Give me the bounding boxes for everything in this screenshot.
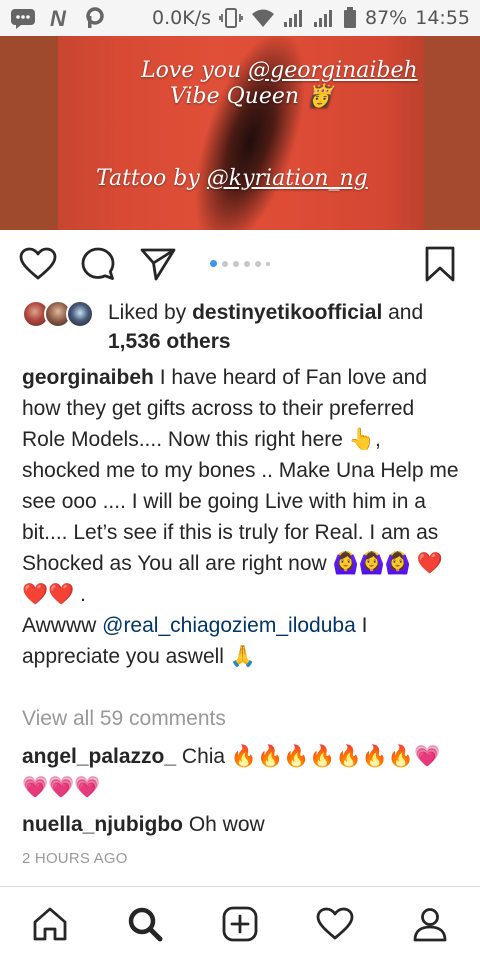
nav-profile[interactable] bbox=[406, 900, 454, 948]
caption-username[interactable]: georginaibeh bbox=[22, 366, 154, 389]
liked-by-username[interactable]: destinyetikoofficial bbox=[192, 301, 382, 324]
message-icon bbox=[10, 7, 36, 29]
comment-text: Oh wow bbox=[183, 813, 265, 836]
image-left-band bbox=[0, 36, 58, 230]
status-bar: N 0.0K/s 87% 14:55 bbox=[0, 0, 480, 36]
battery-percent: 87% bbox=[365, 7, 408, 29]
heart-icon bbox=[19, 247, 57, 280]
bookmark-icon bbox=[425, 246, 455, 282]
share-button[interactable] bbox=[138, 244, 178, 284]
vibrate-icon bbox=[219, 7, 243, 29]
clock: 14:55 bbox=[415, 7, 470, 29]
carousel-indicator bbox=[210, 260, 270, 267]
nav-search[interactable] bbox=[121, 900, 169, 948]
liker-avatars[interactable] bbox=[22, 300, 98, 330]
comment-username[interactable]: angel_palazzo_ bbox=[22, 745, 176, 768]
activity-heart-icon bbox=[316, 907, 354, 939]
comment-button[interactable] bbox=[78, 244, 118, 284]
post-timestamp: 2 HOURS AGO bbox=[22, 850, 128, 867]
signal-icon bbox=[283, 8, 305, 28]
comment-item: nuella_njubigbo Oh wow bbox=[22, 809, 462, 840]
carousel-dot bbox=[233, 260, 239, 267]
carousel-dot bbox=[222, 260, 228, 267]
comment-icon bbox=[81, 247, 115, 280]
overlay-line-3: Tattoo by @kyriation_ng bbox=[96, 166, 368, 191]
post-image[interactable]: Love you @georginaibeh Vibe Queen 👸 Tatt… bbox=[0, 36, 480, 230]
liked-by-text[interactable]: Liked by destinyetikoofficial and bbox=[108, 298, 468, 327]
profile-icon bbox=[413, 907, 447, 941]
nav-activity[interactable] bbox=[311, 900, 359, 948]
carousel-dot-active bbox=[210, 260, 217, 267]
view-all-comments-link[interactable]: View all 59 comments bbox=[22, 707, 226, 731]
caption-text: I have heard of Fan love and how they ge… bbox=[22, 366, 459, 606]
caption-mention[interactable]: @real_chiagoziem_iloduba bbox=[102, 614, 356, 637]
nav-home[interactable] bbox=[26, 900, 74, 948]
save-button[interactable] bbox=[420, 244, 460, 284]
bottom-nav bbox=[0, 887, 480, 960]
overlay-handle-3: @kyriation_ng bbox=[206, 166, 368, 191]
like-button[interactable] bbox=[18, 244, 58, 284]
carousel-dot bbox=[266, 261, 270, 266]
share-icon bbox=[140, 248, 176, 281]
post-caption: georginaibeh I have heard of Fan love an… bbox=[22, 366, 459, 668]
image-right-band bbox=[424, 36, 480, 230]
avatar bbox=[66, 300, 94, 328]
overlay-line-1: Love you @georginaibeh bbox=[141, 58, 418, 83]
comment-username[interactable]: nuella_njubigbo bbox=[22, 813, 183, 836]
carousel-dot bbox=[244, 260, 250, 267]
add-post-icon bbox=[222, 906, 258, 941]
home-icon bbox=[33, 907, 66, 940]
p-app-icon bbox=[84, 7, 106, 29]
svg-text:N: N bbox=[50, 7, 67, 29]
likes-count[interactable]: 1,536 others bbox=[108, 327, 231, 356]
comment-item: angel_palazzo_ Chia 🔥🔥🔥🔥🔥🔥🔥💗💗💗💗 bbox=[22, 741, 462, 803]
wifi-icon bbox=[251, 8, 275, 28]
signal-icon-2 bbox=[313, 8, 335, 28]
overlay-handle-1: @georginaibeh bbox=[248, 58, 418, 83]
network-speed: 0.0K/s bbox=[152, 7, 211, 29]
battery-icon bbox=[343, 7, 357, 29]
search-icon bbox=[128, 907, 163, 941]
nav-add-post[interactable] bbox=[216, 900, 264, 948]
carousel-dot bbox=[255, 260, 261, 267]
overlay-line-2: Vibe Queen 👸 bbox=[170, 84, 334, 109]
n-app-icon: N bbox=[48, 7, 72, 29]
